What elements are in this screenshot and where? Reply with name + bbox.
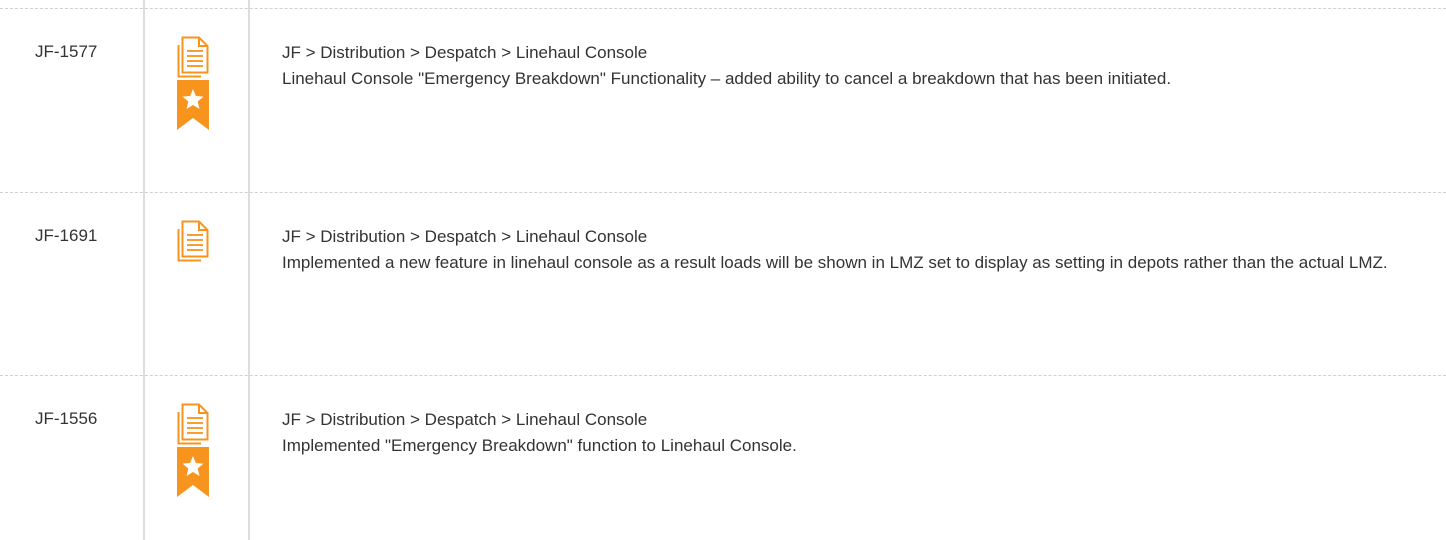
issue-path: JF > Distribution > Despatch > Linehaul … [282,43,648,62]
row-divider [0,8,1446,9]
document-icon [177,403,209,445]
issue-content: JF > Distribution > Despatch > Linehaul … [282,40,1402,92]
issue-icons [177,36,217,130]
table-row: JF-1577 JF > Distribution > Despatch > L… [0,8,1446,192]
star-ribbon-icon [177,80,209,130]
table-row: JF-1691 JF > Distribution > Despatch > L… [0,192,1446,375]
issue-content: JF > Distribution > Despatch > Linehaul … [282,224,1402,276]
issue-description: Linehaul Console "Emergency Breakdown" F… [282,69,1172,88]
issue-path: JF > Distribution > Despatch > Linehaul … [282,410,648,429]
issue-id: JF-1577 [35,42,98,61]
issue-id: JF-1556 [35,409,98,428]
issue-description: Implemented "Emergency Breakdown" functi… [282,436,797,455]
release-notes-table: JF-1577 JF > Distribution > Despatch > L… [0,0,1446,540]
issue-icons [177,403,217,497]
issue-path: JF > Distribution > Despatch > Linehaul … [282,227,648,246]
table-row: JF-1556 JF > Distribution > Despatch > L… [0,375,1446,540]
issue-icons [177,220,217,262]
star-ribbon-icon [177,447,209,497]
document-icon [177,36,209,78]
row-divider [0,375,1446,376]
row-divider [0,192,1446,193]
issue-description: Implemented a new feature in linehaul co… [282,253,1388,272]
issue-id: JF-1691 [35,226,98,245]
issue-content: JF > Distribution > Despatch > Linehaul … [282,407,1402,459]
document-icon [177,220,209,262]
